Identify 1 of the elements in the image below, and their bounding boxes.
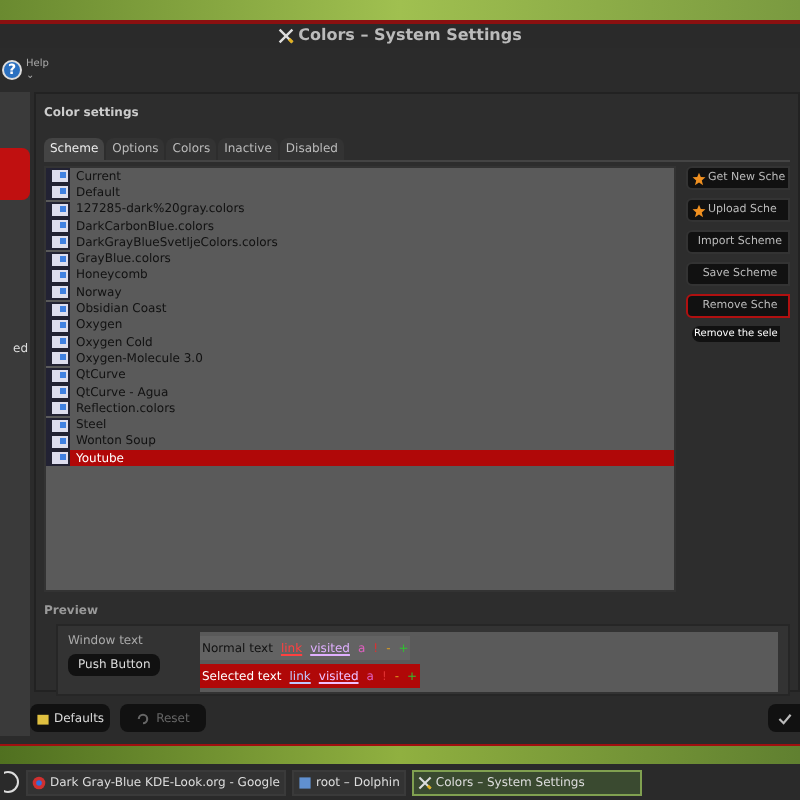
window-title: Colors – System Settings: [298, 24, 522, 48]
